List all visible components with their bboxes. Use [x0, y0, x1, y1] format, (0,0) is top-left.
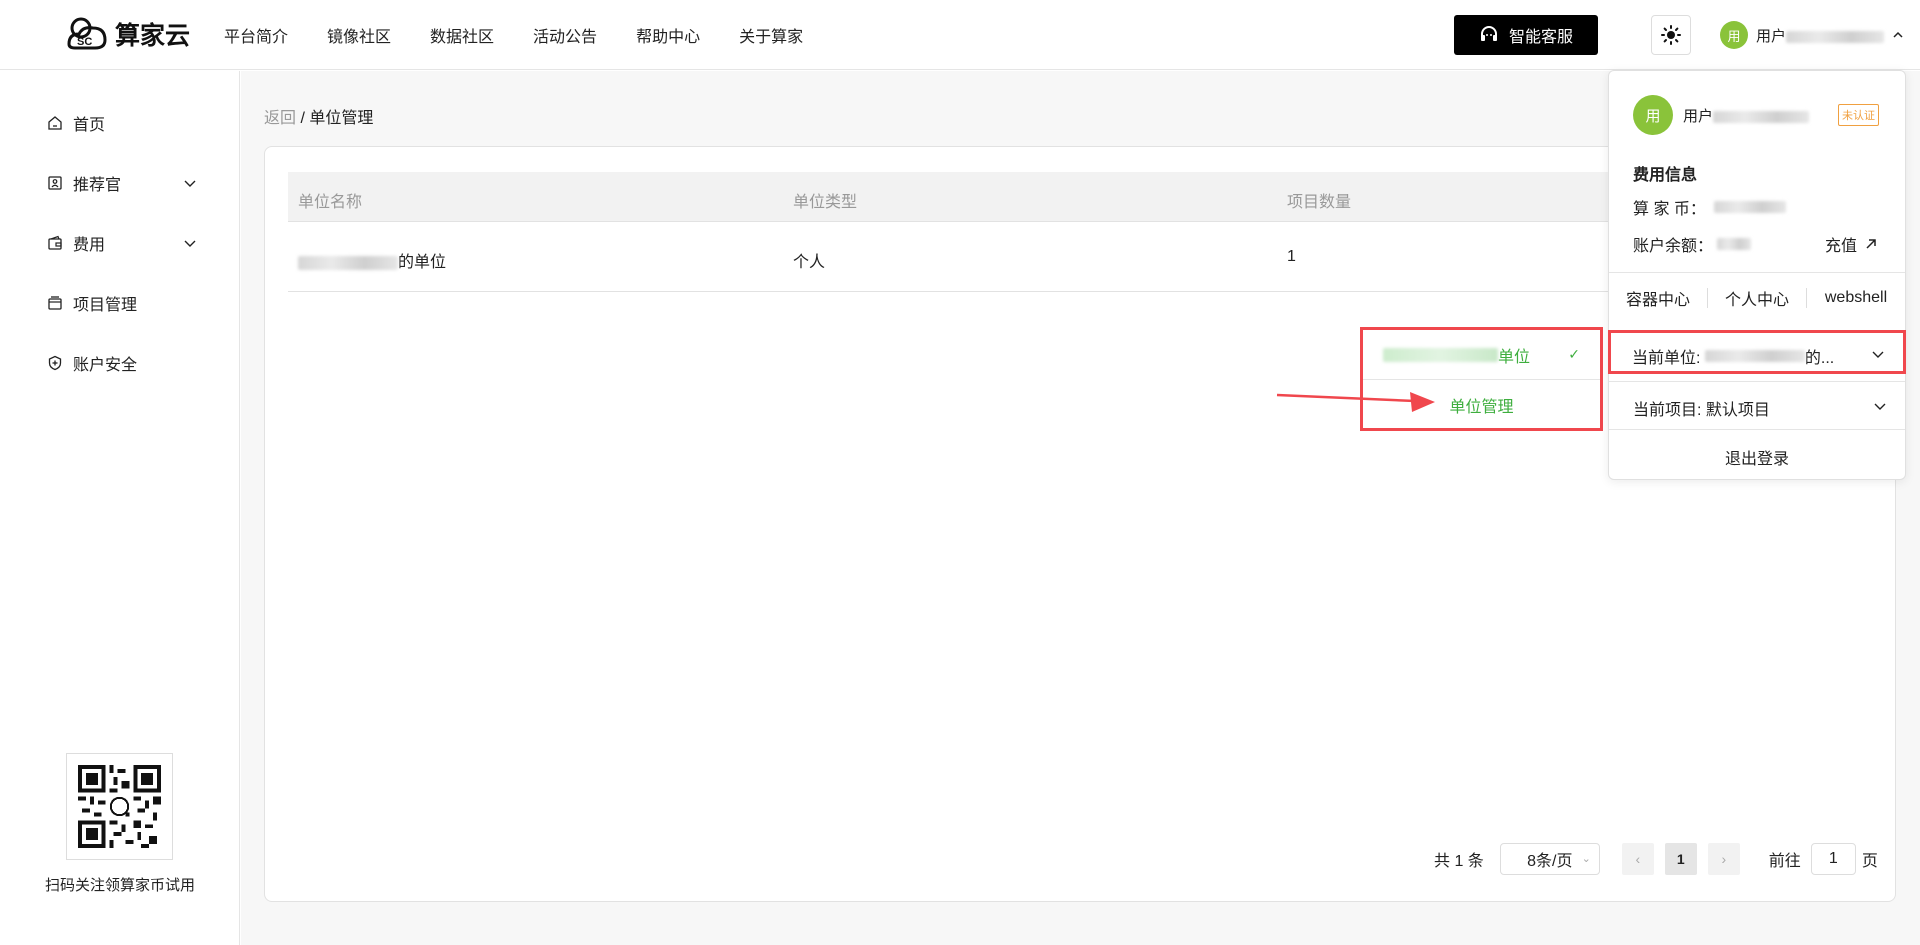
current-project-select[interactable]: 当前项目: 默认项目 [1633, 396, 1770, 420]
sidebar-item-label: 首页 [73, 117, 106, 134]
sidebar-item-security[interactable]: 账户安全 [47, 348, 197, 378]
sidebar-item-home[interactable]: 首页 [47, 108, 197, 138]
theme-toggle-button[interactable] [1651, 15, 1691, 55]
column-header-name: 单位名称 [298, 194, 363, 211]
logo-icon: SC [67, 17, 107, 50]
recharge-link[interactable]: 充值 [1825, 232, 1877, 256]
user-dropdown-panel: 用 用户 未认证 费用信息 算 家 币： 账户余额： 充值 容器中心 个人中心 … [1608, 70, 1906, 480]
unit-dropdown-menu: 单位 ✓ 单位管理 [1360, 327, 1603, 431]
sidebar-item-label: 推荐官 [73, 177, 122, 194]
sidebar: 首页 推荐官 费用 项目管理 账户安全 扫码关注领算家币试用 [0, 71, 240, 945]
smart-service-button[interactable]: 智能客服 [1454, 15, 1598, 55]
badge-icon [48, 176, 62, 190]
user-panel-links: 容器中心 个人中心 webshell [1609, 286, 1905, 310]
page-size-select[interactable]: 8条/页 ⌄ [1499, 843, 1600, 875]
folder-icon [48, 296, 62, 310]
sidebar-item-label: 项目管理 [73, 297, 138, 314]
logout-button[interactable]: 退出登录 [1609, 445, 1905, 469]
sun-icon [1661, 25, 1681, 45]
user-menu-trigger[interactable]: 用 用户 [1720, 20, 1904, 50]
sidebar-item-projects[interactable]: 项目管理 [47, 288, 197, 318]
column-header-count: 项目数量 [1287, 194, 1352, 211]
divider [1609, 272, 1905, 273]
fee-info-title: 费用信息 [1633, 167, 1698, 184]
nav-images[interactable]: 镜像社区 [327, 23, 391, 47]
chevron-down-icon: ⌄ [1581, 853, 1591, 865]
current-unit-label: 当前单位: 的... [1632, 350, 1835, 367]
sidebar-item-referrer[interactable]: 推荐官 [47, 168, 197, 198]
breadcrumb-back-link[interactable]: 返回 [264, 110, 296, 127]
chevron-down-icon [1872, 351, 1884, 358]
verification-status-badge[interactable]: 未认证 [1838, 104, 1879, 126]
nav-data[interactable]: 数据社区 [430, 23, 494, 47]
unit-option-selected[interactable]: 单位 ✓ [1363, 330, 1600, 380]
nav-about[interactable]: 关于算家 [739, 23, 803, 47]
top-header: SC 算家云 平台简介 镜像社区 数据社区 活动公告 帮助中心 关于算家 智能客… [0, 0, 1920, 70]
next-page-button[interactable]: › [1707, 843, 1740, 875]
breadcrumb: 返回 / 单位管理 [264, 110, 374, 127]
unit-type-cell: 个人 [793, 254, 826, 271]
page-number-button[interactable]: 1 [1664, 843, 1697, 875]
nav-platform[interactable]: 平台简介 [224, 23, 288, 47]
smart-service-label: 智能客服 [1508, 29, 1573, 46]
page-goto-input[interactable]: 1 [1810, 843, 1856, 875]
user-name: 用户 [1756, 25, 1885, 46]
prev-page-button[interactable]: ‹ [1621, 843, 1654, 875]
current-unit-select[interactable]: 当前单位: 的... [1608, 330, 1906, 374]
shield-icon [48, 355, 62, 371]
annotation-arrow-icon [1276, 392, 1435, 412]
nav-help[interactable]: 帮助中心 [636, 23, 700, 47]
chevron-down-icon [1874, 403, 1886, 410]
account-balance: 账户余额： [1633, 232, 1752, 256]
project-count-cell: 1 [1287, 248, 1296, 265]
sidebar-item-label: 费用 [73, 237, 106, 254]
avatar: 用 [1633, 95, 1673, 135]
divider [1609, 381, 1905, 382]
qr-caption: 扫码关注领算家币试用 [44, 877, 195, 894]
page-goto: 前往 1 页 [1769, 843, 1878, 875]
webshell-link[interactable]: webshell [1807, 289, 1905, 307]
breadcrumb-current: 单位管理 [309, 110, 374, 127]
avatar: 用 [1720, 21, 1748, 49]
sidebar-item-fees[interactable]: 费用 [47, 228, 197, 258]
home-icon [48, 116, 62, 130]
logo-text: 算家云 [115, 22, 191, 50]
divider [1609, 429, 1905, 430]
unit-name-cell: 的单位 [298, 248, 446, 272]
pagination: 共 1 条 8条/页 ⌄ ‹ 1 › 前往 1 页 [1434, 843, 1878, 875]
wallet-icon [48, 235, 62, 250]
check-icon: ✓ [1568, 346, 1580, 362]
nav-events[interactable]: 活动公告 [533, 23, 597, 47]
logo[interactable]: SC 算家云 [63, 14, 190, 54]
headset-icon [1480, 26, 1497, 41]
coin-balance: 算 家 币： [1633, 195, 1786, 219]
user-name: 用户 [1683, 105, 1810, 126]
column-header-type: 单位类型 [793, 194, 858, 211]
sidebar-item-label: 账户安全 [73, 357, 138, 374]
chevron-up-icon [1893, 31, 1903, 38]
container-center-link[interactable]: 容器中心 [1609, 286, 1707, 310]
qr-code [66, 753, 173, 860]
main-nav: 平台简介 镜像社区 数据社区 活动公告 帮助中心 关于算家 [224, 0, 842, 70]
chevron-down-icon [184, 240, 196, 247]
pagination-total: 共 1 条 [1434, 853, 1484, 870]
arrow-up-right-icon [1866, 239, 1876, 249]
chevron-down-icon [184, 180, 196, 187]
personal-center-link[interactable]: 个人中心 [1708, 286, 1806, 310]
svg-text:SC: SC [77, 36, 92, 48]
